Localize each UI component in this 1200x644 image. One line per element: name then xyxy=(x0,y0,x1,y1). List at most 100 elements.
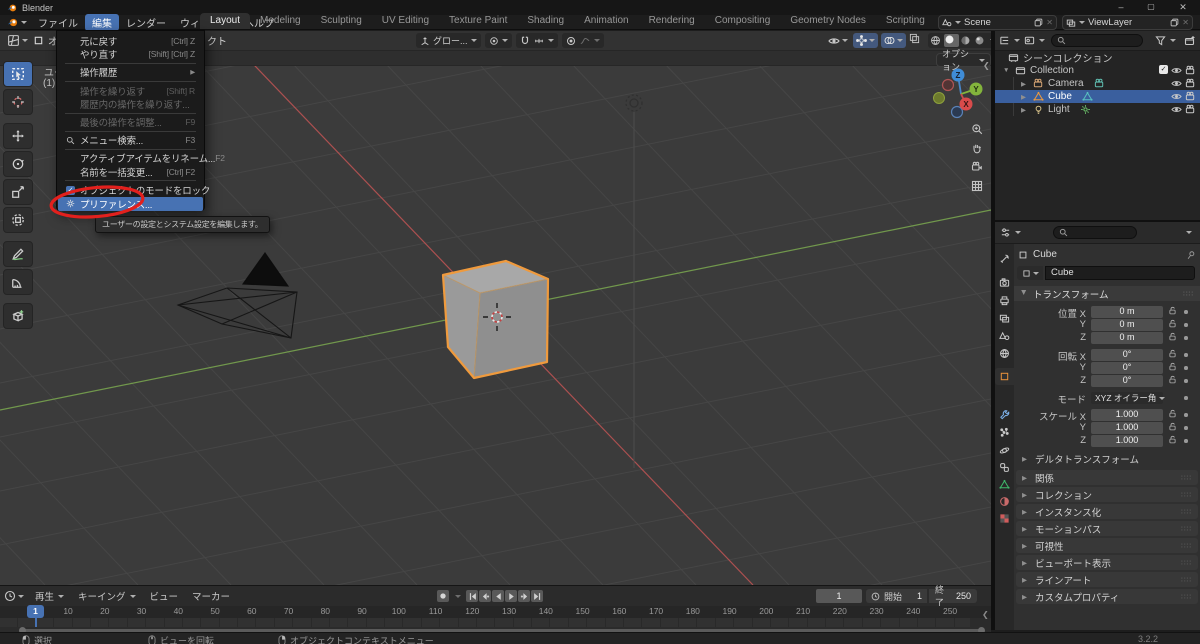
properties-tab-view-layer[interactable] xyxy=(995,310,1014,327)
record-button[interactable] xyxy=(437,590,449,602)
editor-type-icon[interactable] xyxy=(7,34,20,47)
jump-end-icon[interactable] xyxy=(531,590,543,602)
object-type-dropdown[interactable] xyxy=(1017,266,1043,280)
animate-dot[interactable] xyxy=(1184,366,1188,370)
tool-select-box[interactable] xyxy=(3,61,33,87)
tab-rendering[interactable]: Rendering xyxy=(639,13,705,29)
panel-コレクション[interactable]: ▶ コレクション ∷∷ xyxy=(1016,487,1198,502)
transform-value-field[interactable]: 1.000 xyxy=(1091,422,1163,434)
properties-tab-object-data[interactable] xyxy=(995,476,1014,493)
disable-render-camera-icon[interactable] xyxy=(1185,104,1196,115)
outliner-row-cube[interactable]: ▶ Cube xyxy=(995,90,1200,103)
outliner-row-camera[interactable]: ▶ Camera xyxy=(995,77,1200,90)
animate-dot[interactable] xyxy=(1184,439,1188,443)
tab-geometry-nodes[interactable]: Geometry Nodes xyxy=(780,13,876,29)
animate-dot[interactable] xyxy=(1184,323,1188,327)
disclosure-icon[interactable]: ▼ xyxy=(1003,67,1011,74)
prev-keyframe-icon[interactable] xyxy=(479,590,491,602)
new-collection-icon[interactable] xyxy=(1184,35,1196,47)
tab-shading[interactable]: Shading xyxy=(517,13,574,29)
transform-value-field[interactable]: 0° xyxy=(1091,375,1163,387)
rotation-mode-dropdown[interactable]: XYZ オイラー角 xyxy=(1091,392,1166,404)
scene-name[interactable]: Scene xyxy=(964,17,1031,28)
properties-tab-texture[interactable] xyxy=(995,510,1014,527)
menu-item-操作履歴[interactable]: 操作履歴 ▶ xyxy=(58,66,203,79)
menu-レンダー[interactable]: レンダー xyxy=(119,14,173,31)
collection-checkbox[interactable]: ✓ xyxy=(1159,65,1168,74)
lock-icon[interactable] xyxy=(1168,435,1177,444)
tab-uv-editing[interactable]: UV Editing xyxy=(372,13,439,29)
snap-magnet-icon[interactable] xyxy=(520,36,530,46)
tool-move[interactable] xyxy=(3,123,33,149)
tab-layout[interactable]: Layout xyxy=(200,13,251,29)
disclosure-icon[interactable]: ▶ xyxy=(1021,80,1029,88)
hide-viewport-eye-icon[interactable] xyxy=(1171,65,1182,76)
pivot-point-dropdown[interactable] xyxy=(484,33,512,48)
gizmos-toggle[interactable] xyxy=(853,33,878,48)
menu-item-最後の操作を調整[interactable]: 最後の操作を調整... F9 xyxy=(58,116,203,129)
timeline-editor-icon[interactable] xyxy=(4,590,16,602)
timeline-menu-ビュー[interactable]: ビュー xyxy=(143,588,186,604)
timeline-track[interactable] xyxy=(0,618,970,627)
panel-カスタムプロパティ[interactable]: ▶ カスタムプロパティ ∷∷ xyxy=(1016,589,1198,604)
menu-item-メニュー検索[interactable]: メニュー検索... F3 xyxy=(58,134,203,147)
pan-hand-icon[interactable] xyxy=(968,139,985,156)
viewlayer-selector[interactable]: ViewLayer ✕ xyxy=(1062,15,1193,30)
new-viewlayer-icon[interactable] xyxy=(1170,18,1179,27)
menu-item-操作を繰り返す[interactable]: 操作を繰り返す [Shift] R xyxy=(58,84,203,98)
cube-object[interactable] xyxy=(441,259,550,380)
animate-dot[interactable] xyxy=(1184,353,1188,357)
disable-render-camera-icon[interactable] xyxy=(1185,78,1196,89)
blender-menu-icon[interactable] xyxy=(7,17,18,28)
tool-annotate[interactable] xyxy=(3,241,33,267)
lock-icon[interactable] xyxy=(1168,409,1177,418)
tab-animation[interactable]: Animation xyxy=(574,13,638,29)
animate-dot[interactable] xyxy=(1184,310,1188,314)
menu-ファイル[interactable]: ファイル xyxy=(31,14,85,31)
lock-icon[interactable] xyxy=(1168,332,1177,341)
scene-selector[interactable]: Scene ✕ xyxy=(938,15,1057,30)
tab-sculpting[interactable]: Sculpting xyxy=(311,13,372,29)
properties-editor-icon[interactable] xyxy=(1000,227,1011,238)
object-name-input[interactable]: Cube xyxy=(1045,266,1195,280)
snap-controls[interactable] xyxy=(515,33,558,48)
transform-value-field[interactable]: 0 m xyxy=(1091,319,1163,331)
tab-texture-paint[interactable]: Texture Paint xyxy=(439,13,517,29)
timeline-menu-キーイング[interactable]: キーイング xyxy=(71,588,143,604)
tab-compositing[interactable]: Compositing xyxy=(705,13,781,29)
minimize-button[interactable]: – xyxy=(1106,0,1136,15)
disable-render-camera-icon[interactable] xyxy=(1185,91,1196,102)
outliner-display-mode-icon[interactable] xyxy=(999,35,1010,46)
outliner-filter-mode-icon[interactable] xyxy=(1024,35,1035,46)
animate-dot[interactable] xyxy=(1184,396,1188,400)
hide-viewport-eye-icon[interactable] xyxy=(1171,78,1182,89)
remove-viewlayer-icon[interactable]: ✕ xyxy=(1182,18,1189,27)
orthographic-icon[interactable] xyxy=(968,177,985,194)
shading-material-icon[interactable] xyxy=(960,35,973,46)
lock-icon[interactable] xyxy=(1168,306,1177,315)
frame-range-end[interactable]: 終了 250 xyxy=(929,585,977,608)
timeline-collapse-arrow[interactable]: ❮ xyxy=(982,610,989,619)
tool-cursor[interactable] xyxy=(3,89,33,115)
outliner-row-scene-collection[interactable]: シーンコレクション xyxy=(995,51,1200,65)
tab-scripting[interactable]: Scripting xyxy=(876,13,935,29)
hide-viewport-eye-icon[interactable] xyxy=(1171,91,1182,102)
proportional-icon[interactable] xyxy=(566,36,576,46)
transform-value-field[interactable]: 0 m xyxy=(1091,332,1163,344)
lock-icon[interactable] xyxy=(1168,349,1177,358)
tool-rotate[interactable] xyxy=(3,151,33,177)
mode-icon[interactable] xyxy=(33,35,44,46)
tool-measure[interactable] xyxy=(3,269,33,295)
panel-モーションパス[interactable]: ▶ モーションパス ∷∷ xyxy=(1016,521,1198,536)
transform-value-field[interactable]: 1.000 xyxy=(1091,435,1163,447)
transform-orientation-dropdown[interactable]: グロー... xyxy=(416,33,481,48)
grip-icon[interactable]: ∷∷ xyxy=(1183,290,1194,298)
shading-solid-icon[interactable] xyxy=(944,34,959,47)
shading-wireframe-icon[interactable] xyxy=(930,35,943,46)
unlink-scene-icon[interactable]: ✕ xyxy=(1046,18,1053,27)
close-button[interactable]: ✕ xyxy=(1166,0,1200,15)
snap-target-icon[interactable] xyxy=(534,36,544,46)
camera-view-icon[interactable] xyxy=(968,158,985,175)
timeline-menu-マーカー[interactable]: マーカー xyxy=(185,588,237,604)
tab-modeling[interactable]: Modeling xyxy=(250,13,311,29)
